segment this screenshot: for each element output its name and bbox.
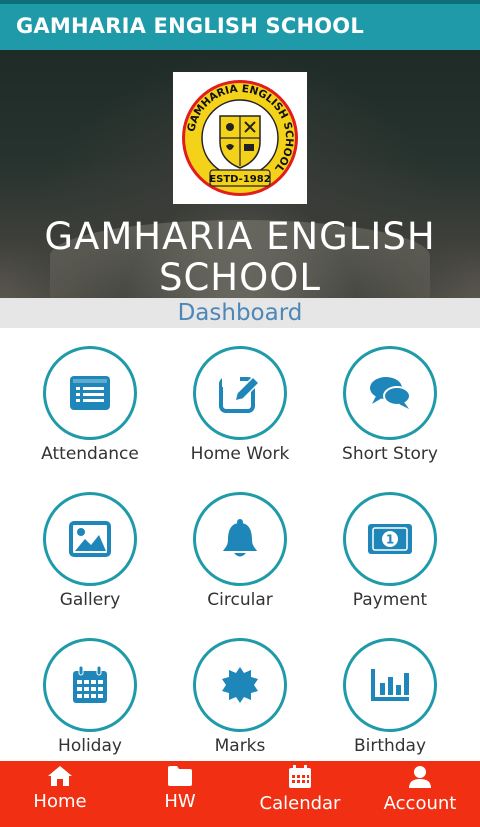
attendance-tile[interactable]: Attendance xyxy=(15,346,165,464)
gallery-label: Gallery xyxy=(59,590,121,610)
nav-account[interactable]: Account xyxy=(360,761,480,827)
marks-button[interactable] xyxy=(193,638,287,732)
holiday-tile[interactable]: Holiday xyxy=(15,638,165,756)
gallery-button[interactable] xyxy=(43,492,137,586)
dashboard-label: Dashboard xyxy=(177,300,303,326)
attendance-button[interactable] xyxy=(43,346,137,440)
nav-home[interactable]: Home xyxy=(0,761,120,827)
holiday-label: Holiday xyxy=(58,736,122,756)
calendar-icon xyxy=(73,665,107,703)
school-logo: GAMHARIA ENGLISH SCHOOL ESTD-1982 xyxy=(173,72,307,204)
marks-tile[interactable]: Marks xyxy=(165,638,315,756)
attendance-label: Attendance xyxy=(41,444,139,464)
nav-hw[interactable]: HW xyxy=(120,761,240,827)
money-icon: 1 xyxy=(368,524,412,554)
svg-text:1: 1 xyxy=(386,533,394,547)
nav-account-label: Account xyxy=(383,793,457,814)
edit-icon xyxy=(219,375,261,413)
homework-label: Home Work xyxy=(190,444,290,464)
marks-label: Marks xyxy=(214,736,266,756)
holiday-button[interactable] xyxy=(43,638,137,732)
school-name-line-2: SCHOOL xyxy=(158,256,321,299)
nav-hw-label: HW xyxy=(164,791,196,812)
school-name-line-1: GAMHARIA ENGLISH xyxy=(44,215,436,258)
image-icon xyxy=(69,521,111,557)
school-crest-icon: GAMHARIA ENGLISH SCHOOL ESTD-1982 xyxy=(182,80,298,196)
user-icon xyxy=(409,766,431,788)
payment-label: Payment xyxy=(352,590,428,610)
list-icon xyxy=(70,376,110,410)
short-story-label: Short Story xyxy=(342,444,438,464)
homework-tile[interactable]: Home Work xyxy=(165,346,315,464)
logo-estd: ESTD-1982 xyxy=(209,174,270,185)
birthday-tile[interactable]: Birthday xyxy=(315,638,465,756)
home-icon xyxy=(48,766,72,786)
nav-calendar-label: Calendar xyxy=(259,793,341,814)
circular-button[interactable] xyxy=(193,492,287,586)
birthday-label: Birthday xyxy=(353,736,427,756)
certificate-icon xyxy=(222,667,258,703)
homework-button[interactable] xyxy=(193,346,287,440)
circular-tile[interactable]: Circular xyxy=(165,492,315,610)
hero-banner: GAMHARIA ENGLISH SCHOOL ESTD-1982 GAMHAR… xyxy=(0,50,480,300)
bell-icon xyxy=(223,519,257,557)
app-title: GAMHARIA ENGLISH SCHOOL xyxy=(16,14,364,38)
birthday-button[interactable] xyxy=(343,638,437,732)
folder-icon xyxy=(168,766,192,786)
nav-calendar[interactable]: Calendar xyxy=(240,761,360,827)
nav-home-label: Home xyxy=(33,791,87,812)
short-story-tile[interactable]: Short Story xyxy=(315,346,465,464)
dashboard-header: Dashboard xyxy=(0,298,480,328)
payment-tile[interactable]: 1 Payment xyxy=(315,492,465,610)
app-bar: GAMHARIA ENGLISH SCHOOL xyxy=(0,0,480,50)
bar-chart-icon xyxy=(371,669,409,701)
payment-button[interactable]: 1 xyxy=(343,492,437,586)
calendar-icon xyxy=(289,765,311,788)
circular-label: Circular xyxy=(207,590,273,610)
school-name-heading: GAMHARIA ENGLISH SCHOOL xyxy=(0,216,480,298)
comments-icon xyxy=(370,377,411,409)
gallery-tile[interactable]: Gallery xyxy=(15,492,165,610)
short-story-button[interactable] xyxy=(343,346,437,440)
bottom-navigation: Home HW Calendar Account xyxy=(0,761,480,827)
